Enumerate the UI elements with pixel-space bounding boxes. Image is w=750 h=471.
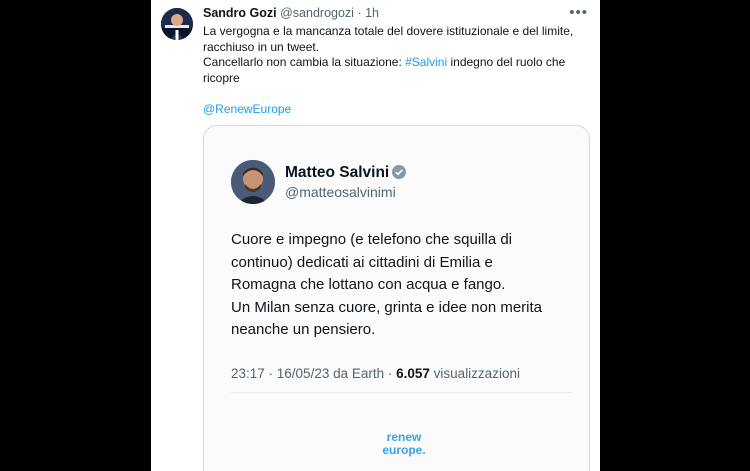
- author-name[interactable]: Sandro Gozi: [203, 6, 277, 20]
- author-handle[interactable]: @sandrogozi: [280, 6, 354, 20]
- tweet-text-fragment: indegno del ruolo che: [447, 55, 566, 69]
- verified-badge-icon: [392, 165, 407, 179]
- embedded-author-name-text: Matteo Salvini: [285, 164, 390, 181]
- tweet-header: Sandro Gozi @sandrogozi · 1h: [203, 6, 379, 20]
- embedded-divider: [231, 392, 571, 393]
- more-icon[interactable]: •••: [569, 4, 588, 21]
- embedded-text-line: Cuore e impegno (e telefono che squilla …: [231, 231, 513, 248]
- tweet-time[interactable]: 1h: [365, 6, 379, 20]
- tweet-text-line: La vergogna e la mancanza totale del dov…: [203, 24, 574, 38]
- tweet-card: Sandro Gozi @sandrogozi · 1h ••• La verg…: [151, 0, 600, 471]
- renew-europe-watermark: renew europe.: [374, 431, 434, 457]
- embedded-screenshot[interactable]: Matteo Salvini @matteosalvinimi Cuore e …: [203, 125, 590, 471]
- embedded-timestamp: 23:17 · 16/05/23 da Earth ·: [231, 366, 397, 381]
- embedded-author-handle: @matteosalvinimi: [285, 184, 396, 200]
- embedded-author-name: Matteo Salvini: [285, 164, 407, 182]
- embedded-text-line: Un Milan senza cuore, grinta e idee non …: [231, 298, 543, 316]
- tweet-text: La vergogna e la mancanza totale del dov…: [203, 24, 588, 117]
- views-label: visualizzazioni: [429, 366, 520, 381]
- watermark-line: europe.: [382, 443, 426, 457]
- views-count: 6.057: [396, 366, 430, 381]
- hashtag-link[interactable]: #Salvini: [405, 55, 447, 69]
- embedded-tweet-text: Cuore e impegno (e telefono che squilla …: [231, 229, 581, 342]
- mention-link[interactable]: @RenewEurope: [203, 102, 588, 118]
- tweet-text-line: Cancellarlo non cambia la situazione: #S…: [203, 55, 588, 71]
- embedded-text-line: Romagna che lottano con acqua e fango.: [231, 276, 506, 293]
- header-separator: ·: [357, 6, 362, 20]
- tweet-text-fragment: Cancellarlo non cambia la situazione:: [203, 55, 406, 69]
- embedded-text-line: neanche un pensiero.: [231, 321, 376, 338]
- embedded-text-line: continuo) dedicati ai cittadini di Emili…: [231, 253, 493, 271]
- embedded-meta: 23:17 · 16/05/23 da Earth · 6.057 visual…: [231, 366, 520, 381]
- tweet-text-line: ricopre: [203, 70, 240, 85]
- tweet-text-line: racchiuso in un tweet.: [203, 39, 320, 54]
- embedded-author-avatar: [231, 160, 275, 204]
- author-avatar[interactable]: [161, 8, 193, 40]
